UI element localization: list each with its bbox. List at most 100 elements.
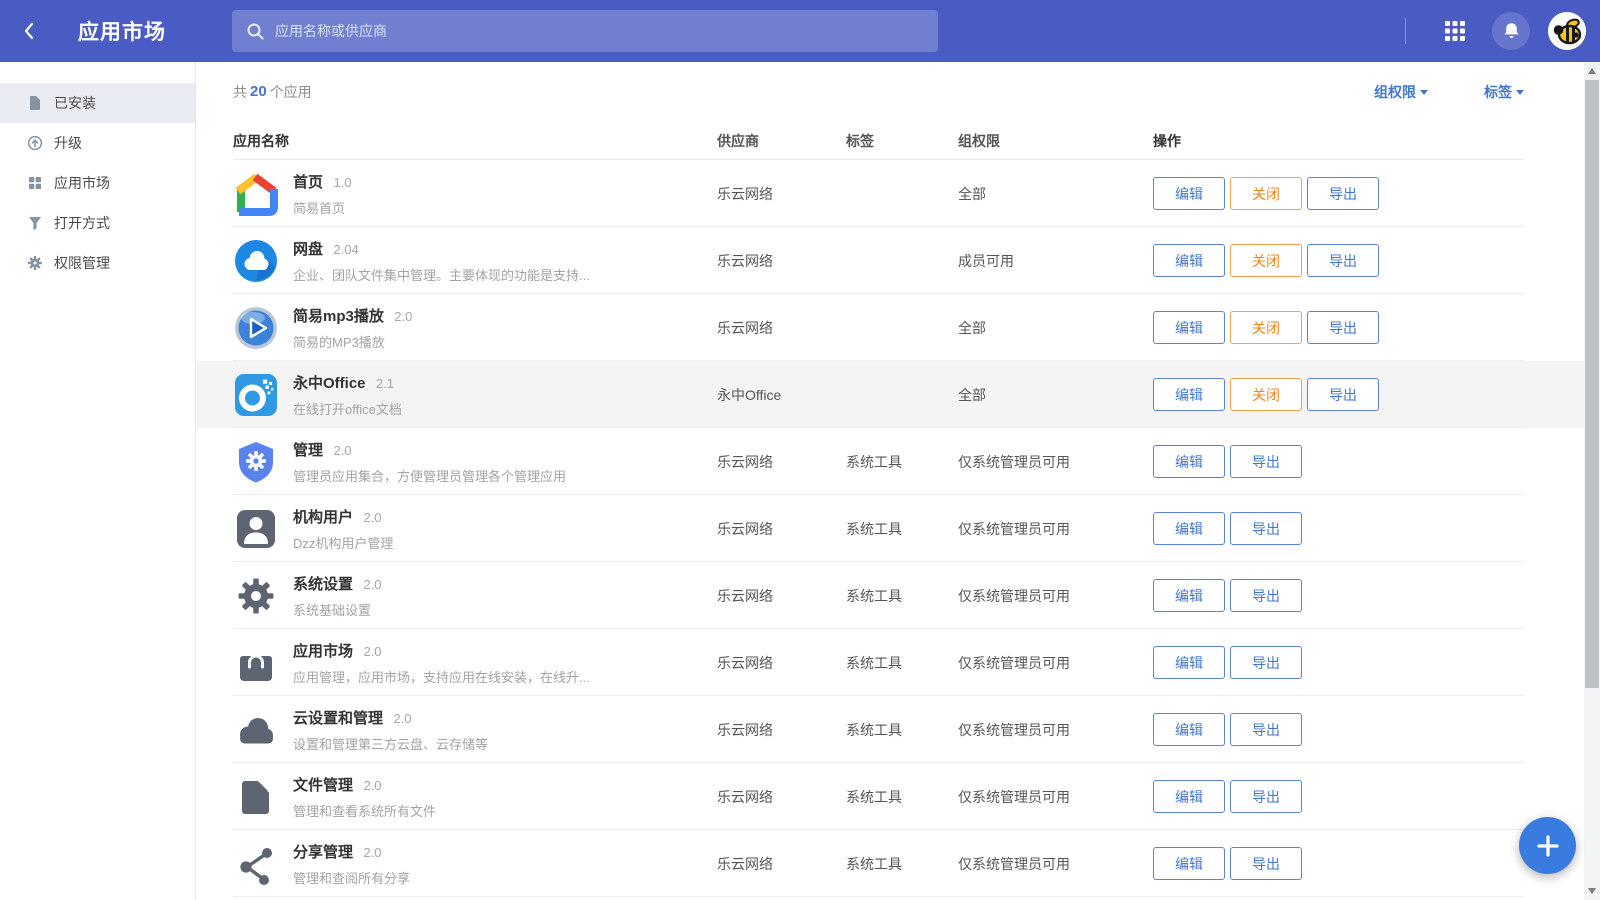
close-button[interactable]: 关闭 bbox=[1230, 244, 1302, 277]
edit-button[interactable]: 编辑 bbox=[1153, 378, 1225, 411]
export-button[interactable]: 导出 bbox=[1307, 311, 1379, 344]
main-content: 共 20 个应用 组权限 标签 应用名称 供应商 标签 组权限 操作 首页 1.… bbox=[197, 62, 1584, 900]
export-button[interactable]: 导出 bbox=[1230, 780, 1302, 813]
column-vendor: 供应商 bbox=[717, 131, 846, 151]
upgrade-icon bbox=[27, 135, 43, 151]
sidebar-item-upgrade[interactable]: 升级 bbox=[0, 123, 195, 163]
export-button[interactable]: 导出 bbox=[1230, 445, 1302, 478]
export-button[interactable]: 导出 bbox=[1307, 244, 1379, 277]
edit-button[interactable]: 编辑 bbox=[1153, 177, 1225, 210]
user-app-icon bbox=[233, 506, 279, 552]
app-vendor: 乐云网络 bbox=[717, 251, 846, 271]
app-permission: 仅系统管理员可用 bbox=[958, 452, 1153, 472]
table-row: 云设置和管理 2.0 设置和管理第三方云盘、云存储等 乐云网络 系统工具 仅系统… bbox=[197, 696, 1584, 763]
app-tag: 系统工具 bbox=[846, 787, 958, 807]
scrollbar-down-arrow[interactable] bbox=[1584, 883, 1600, 899]
column-actions: 操作 bbox=[1153, 131, 1524, 151]
gearapp-app-icon bbox=[233, 573, 279, 619]
app-permission: 仅系统管理员可用 bbox=[958, 720, 1153, 740]
app-permission: 仅系统管理员可用 bbox=[958, 787, 1153, 807]
edit-button[interactable]: 编辑 bbox=[1153, 512, 1225, 545]
search-box bbox=[232, 10, 938, 52]
app-description: 设置和管理第三方云盘、云存储等 bbox=[293, 734, 488, 753]
app-version: 1.0 bbox=[333, 175, 351, 190]
chevron-down-icon bbox=[1420, 90, 1428, 95]
app-vendor: 乐云网络 bbox=[717, 519, 846, 539]
sidebar-item-label: 已安装 bbox=[54, 93, 96, 113]
app-vendor: 乐云网络 bbox=[717, 854, 846, 874]
app-permission: 仅系统管理员可用 bbox=[958, 854, 1153, 874]
app-description: 简易的MP3播放 bbox=[293, 332, 412, 351]
app-permission: 全部 bbox=[958, 385, 1153, 405]
sidebar-item-permission[interactable]: 权限管理 bbox=[0, 243, 195, 283]
app-tag: 系统工具 bbox=[846, 519, 958, 539]
app-description: 在线打开office文档 bbox=[293, 399, 402, 418]
app-vendor: 乐云网络 bbox=[717, 720, 846, 740]
filter-tag[interactable]: 标签 bbox=[1484, 82, 1524, 102]
app-vendor: 永中Office bbox=[717, 385, 846, 405]
app-description: 简易首页 bbox=[293, 198, 352, 217]
close-button[interactable]: 关闭 bbox=[1230, 311, 1302, 344]
filepage-app-icon bbox=[233, 774, 279, 820]
table-row: 分享管理 2.0 管理和查阅所有分享 乐云网络 系统工具 仅系统管理员可用 编辑… bbox=[197, 830, 1584, 897]
export-button[interactable]: 导出 bbox=[1307, 177, 1379, 210]
filter-group-permission[interactable]: 组权限 bbox=[1374, 82, 1428, 102]
back-button[interactable] bbox=[0, 0, 58, 62]
edit-button[interactable]: 编辑 bbox=[1153, 244, 1225, 277]
app-vendor: 乐云网络 bbox=[717, 586, 846, 606]
edit-button[interactable]: 编辑 bbox=[1153, 713, 1225, 746]
app-version: 2.0 bbox=[363, 510, 381, 525]
edit-button[interactable]: 编辑 bbox=[1153, 646, 1225, 679]
export-button[interactable]: 导出 bbox=[1230, 512, 1302, 545]
export-button[interactable]: 导出 bbox=[1230, 713, 1302, 746]
export-button[interactable]: 导出 bbox=[1230, 646, 1302, 679]
close-button[interactable]: 关闭 bbox=[1230, 177, 1302, 210]
file-icon bbox=[27, 95, 43, 111]
app-vendor: 乐云网络 bbox=[717, 653, 846, 673]
sidebar-item-installed[interactable]: 已安装 bbox=[0, 83, 195, 123]
edit-button[interactable]: 编辑 bbox=[1153, 445, 1225, 478]
app-name: 分享管理 bbox=[293, 844, 353, 861]
app-actions: 编辑导出 bbox=[1153, 713, 1524, 746]
app-tag: 系统工具 bbox=[846, 653, 958, 673]
app-actions: 编辑导出 bbox=[1153, 512, 1524, 545]
edit-button[interactable]: 编辑 bbox=[1153, 311, 1225, 344]
edit-button[interactable]: 编辑 bbox=[1153, 579, 1225, 612]
export-button[interactable]: 导出 bbox=[1230, 579, 1302, 612]
share-app-icon bbox=[233, 841, 279, 887]
scrollbar-up-arrow[interactable] bbox=[1584, 63, 1600, 79]
table-row: 应用市场 2.0 应用管理，应用市场，支持应用在线安装，在线升... 乐云网络 … bbox=[197, 629, 1584, 696]
chevron-left-icon bbox=[20, 21, 38, 41]
app-vendor: 乐云网络 bbox=[717, 452, 846, 472]
column-group-permission: 组权限 bbox=[958, 131, 1153, 151]
app-name: 首页 bbox=[293, 174, 323, 191]
gear-icon bbox=[27, 255, 43, 271]
table-row: 系统设置 2.0 系统基础设置 乐云网络 系统工具 仅系统管理员可用 编辑导出 bbox=[197, 562, 1584, 629]
column-tag: 标签 bbox=[846, 131, 958, 151]
app-permission: 全部 bbox=[958, 318, 1153, 338]
plus-icon bbox=[1536, 834, 1560, 858]
app-actions: 编辑关闭导出 bbox=[1153, 177, 1524, 210]
sidebar-item-open-method[interactable]: 打开方式 bbox=[0, 203, 195, 243]
app-name: 机构用户 bbox=[293, 509, 353, 526]
add-app-button[interactable] bbox=[1519, 817, 1576, 874]
app-version: 2.0 bbox=[363, 778, 381, 793]
scrollbar-thumb[interactable] bbox=[1585, 80, 1599, 688]
app-vendor: 乐云网络 bbox=[717, 318, 846, 338]
table-body: 首页 1.0 简易首页 乐云网络 全部 编辑关闭导出 网盘 2.04 企业、团队… bbox=[197, 160, 1584, 897]
search-input[interactable] bbox=[275, 23, 924, 39]
table-header: 应用名称 供应商 标签 组权限 操作 bbox=[197, 121, 1584, 160]
close-button[interactable]: 关闭 bbox=[1230, 378, 1302, 411]
app-permission: 仅系统管理员可用 bbox=[958, 519, 1153, 539]
export-button[interactable]: 导出 bbox=[1307, 378, 1379, 411]
sidebar-item-app-market[interactable]: 应用市场 bbox=[0, 163, 195, 203]
app-name: 系统设置 bbox=[293, 576, 353, 593]
edit-button[interactable]: 编辑 bbox=[1153, 780, 1225, 813]
app-tag: 系统工具 bbox=[846, 586, 958, 606]
export-button[interactable]: 导出 bbox=[1230, 847, 1302, 880]
apps-launcher-icon[interactable] bbox=[1436, 12, 1474, 50]
edit-button[interactable]: 编辑 bbox=[1153, 847, 1225, 880]
user-avatar[interactable] bbox=[1548, 12, 1586, 50]
app-name: 网盘 bbox=[293, 241, 323, 258]
notifications-bell-icon[interactable] bbox=[1492, 12, 1530, 50]
